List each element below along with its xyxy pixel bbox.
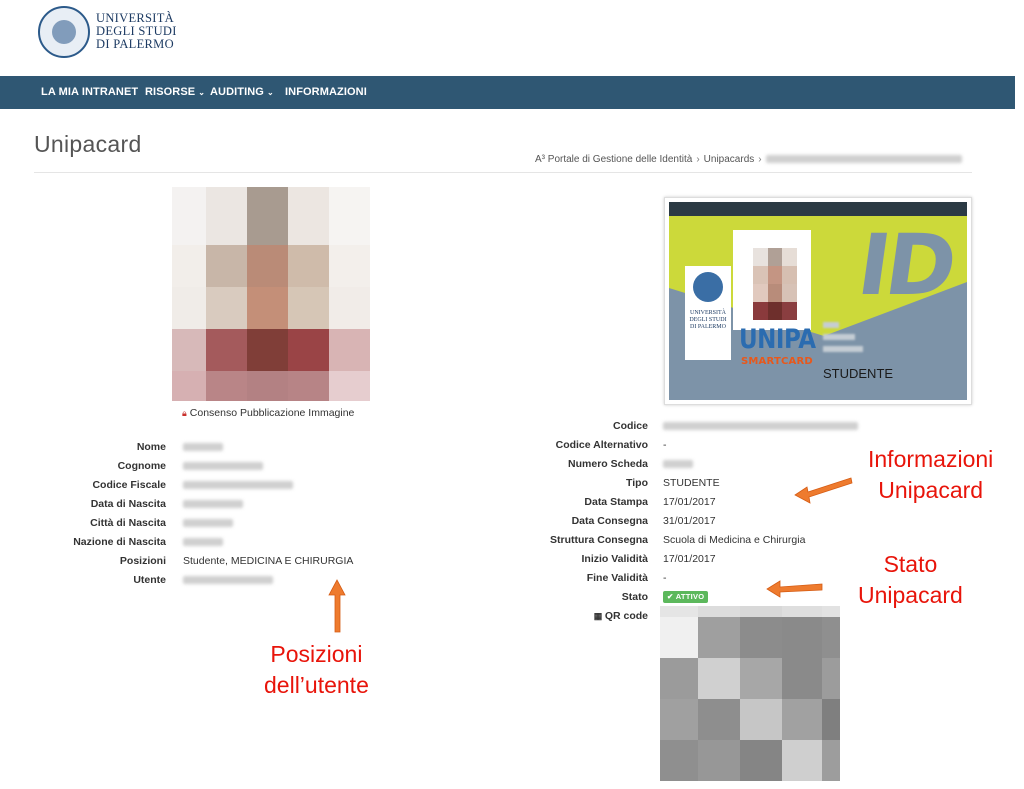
arrow-to-posizioni-icon (328, 579, 346, 633)
annotation-arrows (328, 477, 853, 633)
arrow-to-info-icon (794, 477, 853, 504)
arrow-to-status-icon (766, 580, 823, 598)
